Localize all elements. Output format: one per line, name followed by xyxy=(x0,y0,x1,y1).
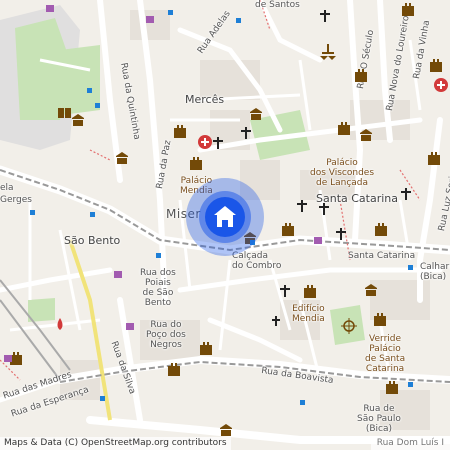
museum-icon xyxy=(365,284,377,296)
bus-stop-icon xyxy=(300,400,305,405)
viewpoint-icon xyxy=(341,318,357,334)
church-icon xyxy=(320,10,330,22)
museum-icon xyxy=(72,114,84,126)
courthouse-icon xyxy=(320,44,336,60)
map-viewport[interactable]: Mercês Miser São Bento Santa Catarina de… xyxy=(0,0,450,450)
castle-icon xyxy=(386,381,398,394)
castle-icon xyxy=(304,285,316,298)
hospital-icon xyxy=(198,135,212,149)
castle-icon xyxy=(190,157,202,170)
shop-icon xyxy=(126,323,134,330)
hospital-icon xyxy=(434,78,448,92)
castle-icon xyxy=(200,342,212,355)
bus-stop-icon xyxy=(236,18,241,23)
shop-icon xyxy=(4,355,12,362)
shop-icon xyxy=(146,16,154,23)
church-icon xyxy=(319,203,329,215)
museum-icon xyxy=(250,108,262,120)
bus-stop-icon xyxy=(408,382,413,387)
shop-icon xyxy=(46,5,54,12)
church-icon xyxy=(336,228,346,240)
label-rua-dom-luis: Rua Dom Luís I xyxy=(370,437,450,450)
bus-stop-icon xyxy=(100,396,105,401)
museum-icon xyxy=(116,152,128,164)
church-icon xyxy=(272,316,280,326)
bus-stop-icon xyxy=(408,265,413,270)
fire-station-icon xyxy=(57,318,63,330)
castle-icon xyxy=(174,125,186,138)
castle-icon xyxy=(428,152,440,165)
location-marker[interactable] xyxy=(185,177,265,257)
castle-icon xyxy=(355,69,367,82)
bus-stop-icon xyxy=(87,88,92,93)
castle-icon xyxy=(282,223,294,236)
bus-stop-icon xyxy=(95,103,100,108)
bus-stop-icon xyxy=(156,253,161,258)
church-icon xyxy=(297,200,307,212)
museum-icon xyxy=(220,424,232,436)
church-icon xyxy=(213,137,223,149)
castle-icon xyxy=(374,313,386,326)
bus-stop-icon xyxy=(30,210,35,215)
castle-icon xyxy=(338,122,350,135)
castle-icon xyxy=(402,3,414,16)
library-icon xyxy=(58,108,71,118)
map-attribution: Maps & Data (C) OpenStreetMap.org contri… xyxy=(0,437,231,450)
castle-icon xyxy=(375,223,387,236)
shop-icon xyxy=(314,237,322,244)
bus-stop-icon xyxy=(168,10,173,15)
museum-icon xyxy=(360,129,372,141)
church-icon xyxy=(401,188,411,200)
bus-stop-icon xyxy=(90,212,95,217)
shop-icon xyxy=(114,271,122,278)
castle-icon xyxy=(168,363,180,376)
castle-icon xyxy=(430,59,442,72)
church-icon xyxy=(241,127,251,139)
church-icon xyxy=(280,285,290,297)
